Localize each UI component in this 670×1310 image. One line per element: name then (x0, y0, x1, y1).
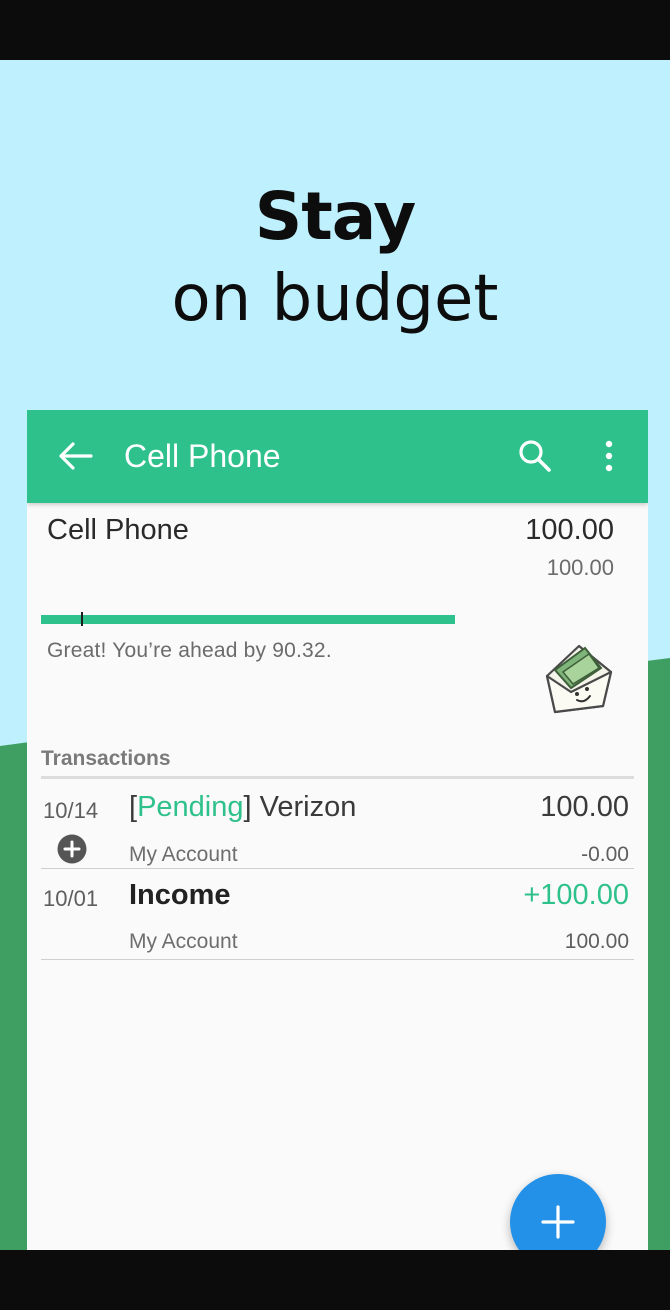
more-vert-icon[interactable] (597, 438, 621, 474)
add-circle-icon[interactable] (57, 834, 87, 864)
transaction-row[interactable]: 10/01 Income +100.00 My Account 100.00 (41, 870, 634, 960)
bracket-close: ] (243, 791, 252, 823)
budget-progress-fill (41, 615, 455, 624)
transaction-sub-amount: -0.00 (581, 843, 629, 866)
budget-progress-bar (41, 615, 455, 624)
transaction-row[interactable]: 10/14 [Pending] Verizon 100.00 My Accoun… (41, 781, 634, 869)
search-icon[interactable] (517, 438, 553, 474)
payee-name: Verizon (251, 791, 357, 823)
app-bar-title: Cell Phone (124, 438, 281, 474)
envelope-money-icon (545, 644, 613, 714)
envelope-name: Cell Phone (47, 514, 189, 546)
budget-status-text: Great! You’re ahead by 90.32. (47, 639, 332, 662)
pending-label: Pending (137, 791, 244, 823)
envelope-amount: 100.00 (525, 514, 614, 546)
progress-marker (81, 612, 83, 626)
add-transaction-button[interactable] (510, 1174, 606, 1250)
navigation-bar (0, 1250, 670, 1310)
transaction-amount: 100.00 (540, 791, 629, 823)
app-screen: Cell Phone Cell Phone 100.00 100.00 Grea… (27, 410, 648, 1250)
section-divider (41, 776, 634, 779)
headline-regular: on budget (171, 262, 499, 336)
transaction-account: My Account (129, 843, 238, 866)
app-bar: Cell Phone (27, 410, 648, 503)
status-bar (0, 0, 670, 60)
arrow-back-icon[interactable] (57, 440, 93, 472)
transaction-amount: +100.00 (523, 879, 629, 911)
transaction-payee: Income (129, 879, 231, 911)
plus-icon (541, 1205, 575, 1239)
transactions-heading: Transactions (41, 747, 171, 770)
headline-bold: Stay (254, 178, 417, 255)
envelope-budget: 100.00 (546, 555, 614, 580)
bracket-open: [ (129, 791, 138, 823)
transaction-sub-amount: 100.00 (564, 930, 629, 953)
transaction-date: 10/01 (43, 886, 99, 911)
transaction-payee: [Pending] Verizon (129, 791, 356, 824)
transaction-account: My Account (129, 930, 238, 953)
promo-background: Stay on budget Cell Phone Cell Phone 100… (0, 60, 670, 1250)
transaction-date: 10/14 (43, 798, 99, 823)
